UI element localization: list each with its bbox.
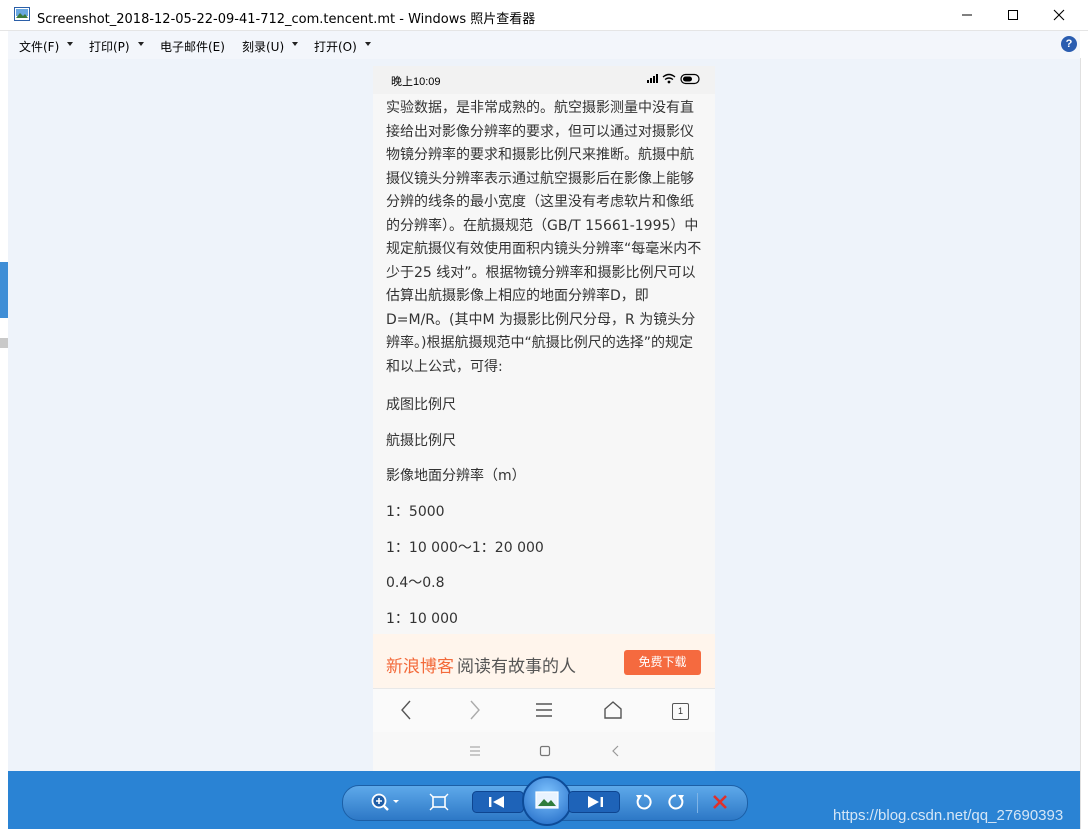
menu-icon[interactable]: [534, 699, 554, 721]
previous-icon[interactable]: [472, 791, 524, 813]
bottom-strip: [0, 829, 1088, 836]
home-square-icon[interactable]: [539, 745, 551, 757]
home-icon[interactable]: [602, 699, 624, 721]
right-window-edge: [1080, 58, 1088, 836]
slideshow-icon: [535, 791, 559, 809]
phone-status-bar: 晚上10:09: [373, 66, 715, 94]
menu-open[interactable]: 打开(O): [314, 38, 357, 55]
window-title: Screenshot_2018-12-05-22-09-41-712_com.t…: [37, 12, 536, 27]
menu-burn-arrow-icon[interactable]: [292, 42, 298, 46]
minimize-button[interactable]: [944, 0, 990, 30]
menu-print-arrow-icon[interactable]: [138, 42, 144, 46]
phone-screenshot: 晚上10:09 实验数据，是非常成熟的。航空摄影测量中没有直接给出对影像分辨率的…: [373, 66, 715, 771]
title-bar: Screenshot_2018-12-05-22-09-41-712_com.t…: [0, 0, 1088, 31]
next-icon[interactable]: [568, 791, 620, 813]
minimize-icon: [962, 14, 972, 16]
background-window-scroll: [0, 338, 8, 348]
tab-counter-icon[interactable]: 1: [672, 703, 689, 720]
menu-burn[interactable]: 刻录(U): [242, 38, 284, 55]
photo-viewer-app-icon: [14, 7, 30, 21]
article-paragraph: 航摄比例尺: [386, 433, 456, 449]
ad-brand: 新浪博客: [386, 657, 454, 677]
article-paragraph: 成图比例尺: [386, 397, 456, 413]
article-paragraph: 1：5000: [386, 504, 445, 520]
menu-email[interactable]: 电子邮件(E): [160, 38, 225, 55]
free-download-button[interactable]: 免费下载: [624, 650, 701, 675]
menu-open-arrow-icon[interactable]: [365, 42, 371, 46]
article-paragraph: 1：10 000: [386, 611, 458, 627]
maximize-icon: [1008, 10, 1018, 20]
close-button[interactable]: [1036, 0, 1082, 30]
zoom-icon[interactable]: [370, 792, 402, 812]
close-icon: [1053, 9, 1065, 21]
article-paragraph: 0.4～0.8: [386, 575, 445, 591]
menu-bar: 文件(F) 打印(P) 电子邮件(E) 刻录(U) 打开(O) ?: [8, 31, 1080, 60]
recents-icon[interactable]: [469, 746, 481, 756]
back-arrow-icon[interactable]: [611, 745, 621, 757]
android-nav-bar: [373, 732, 715, 771]
status-time: 晚上10:09: [391, 76, 441, 88]
actual-size-icon[interactable]: [429, 793, 449, 811]
menu-file-arrow-icon[interactable]: [67, 42, 73, 46]
background-window-selection: [0, 262, 8, 318]
app-download-banner[interactable]: 新浪博客 阅读有故事的人 免费下载: [373, 634, 715, 688]
csdn-watermark: https://blog.csdn.net/qq_27690393: [833, 807, 1064, 824]
signal-wifi-battery-icon: [647, 73, 700, 85]
article-paragraph: 1：10 000～1：20 000: [386, 540, 544, 556]
ad-slogan: 阅读有故事的人: [457, 657, 576, 677]
rotate-counterclockwise-icon[interactable]: [634, 792, 654, 812]
article-paragraph: 影像地面分辨率（m）: [386, 468, 526, 484]
toolbar-separator: [697, 793, 698, 813]
help-icon[interactable]: ?: [1061, 36, 1077, 52]
background-window-edge: [0, 58, 8, 836]
browser-nav-bar: 1: [373, 688, 715, 733]
back-icon[interactable]: [399, 699, 413, 721]
menu-file[interactable]: 文件(F): [19, 38, 59, 55]
maximize-button[interactable]: [990, 0, 1036, 30]
forward-icon[interactable]: [468, 699, 482, 721]
article-text: 实验数据，是非常成熟的。航空摄影测量中没有直接给出对影像分辨率的要求，但可以通过…: [386, 100, 702, 375]
rotate-clockwise-icon[interactable]: [666, 792, 686, 812]
delete-icon[interactable]: [711, 793, 729, 811]
menu-print[interactable]: 打印(P): [89, 38, 130, 55]
slideshow-button[interactable]: [522, 776, 572, 826]
